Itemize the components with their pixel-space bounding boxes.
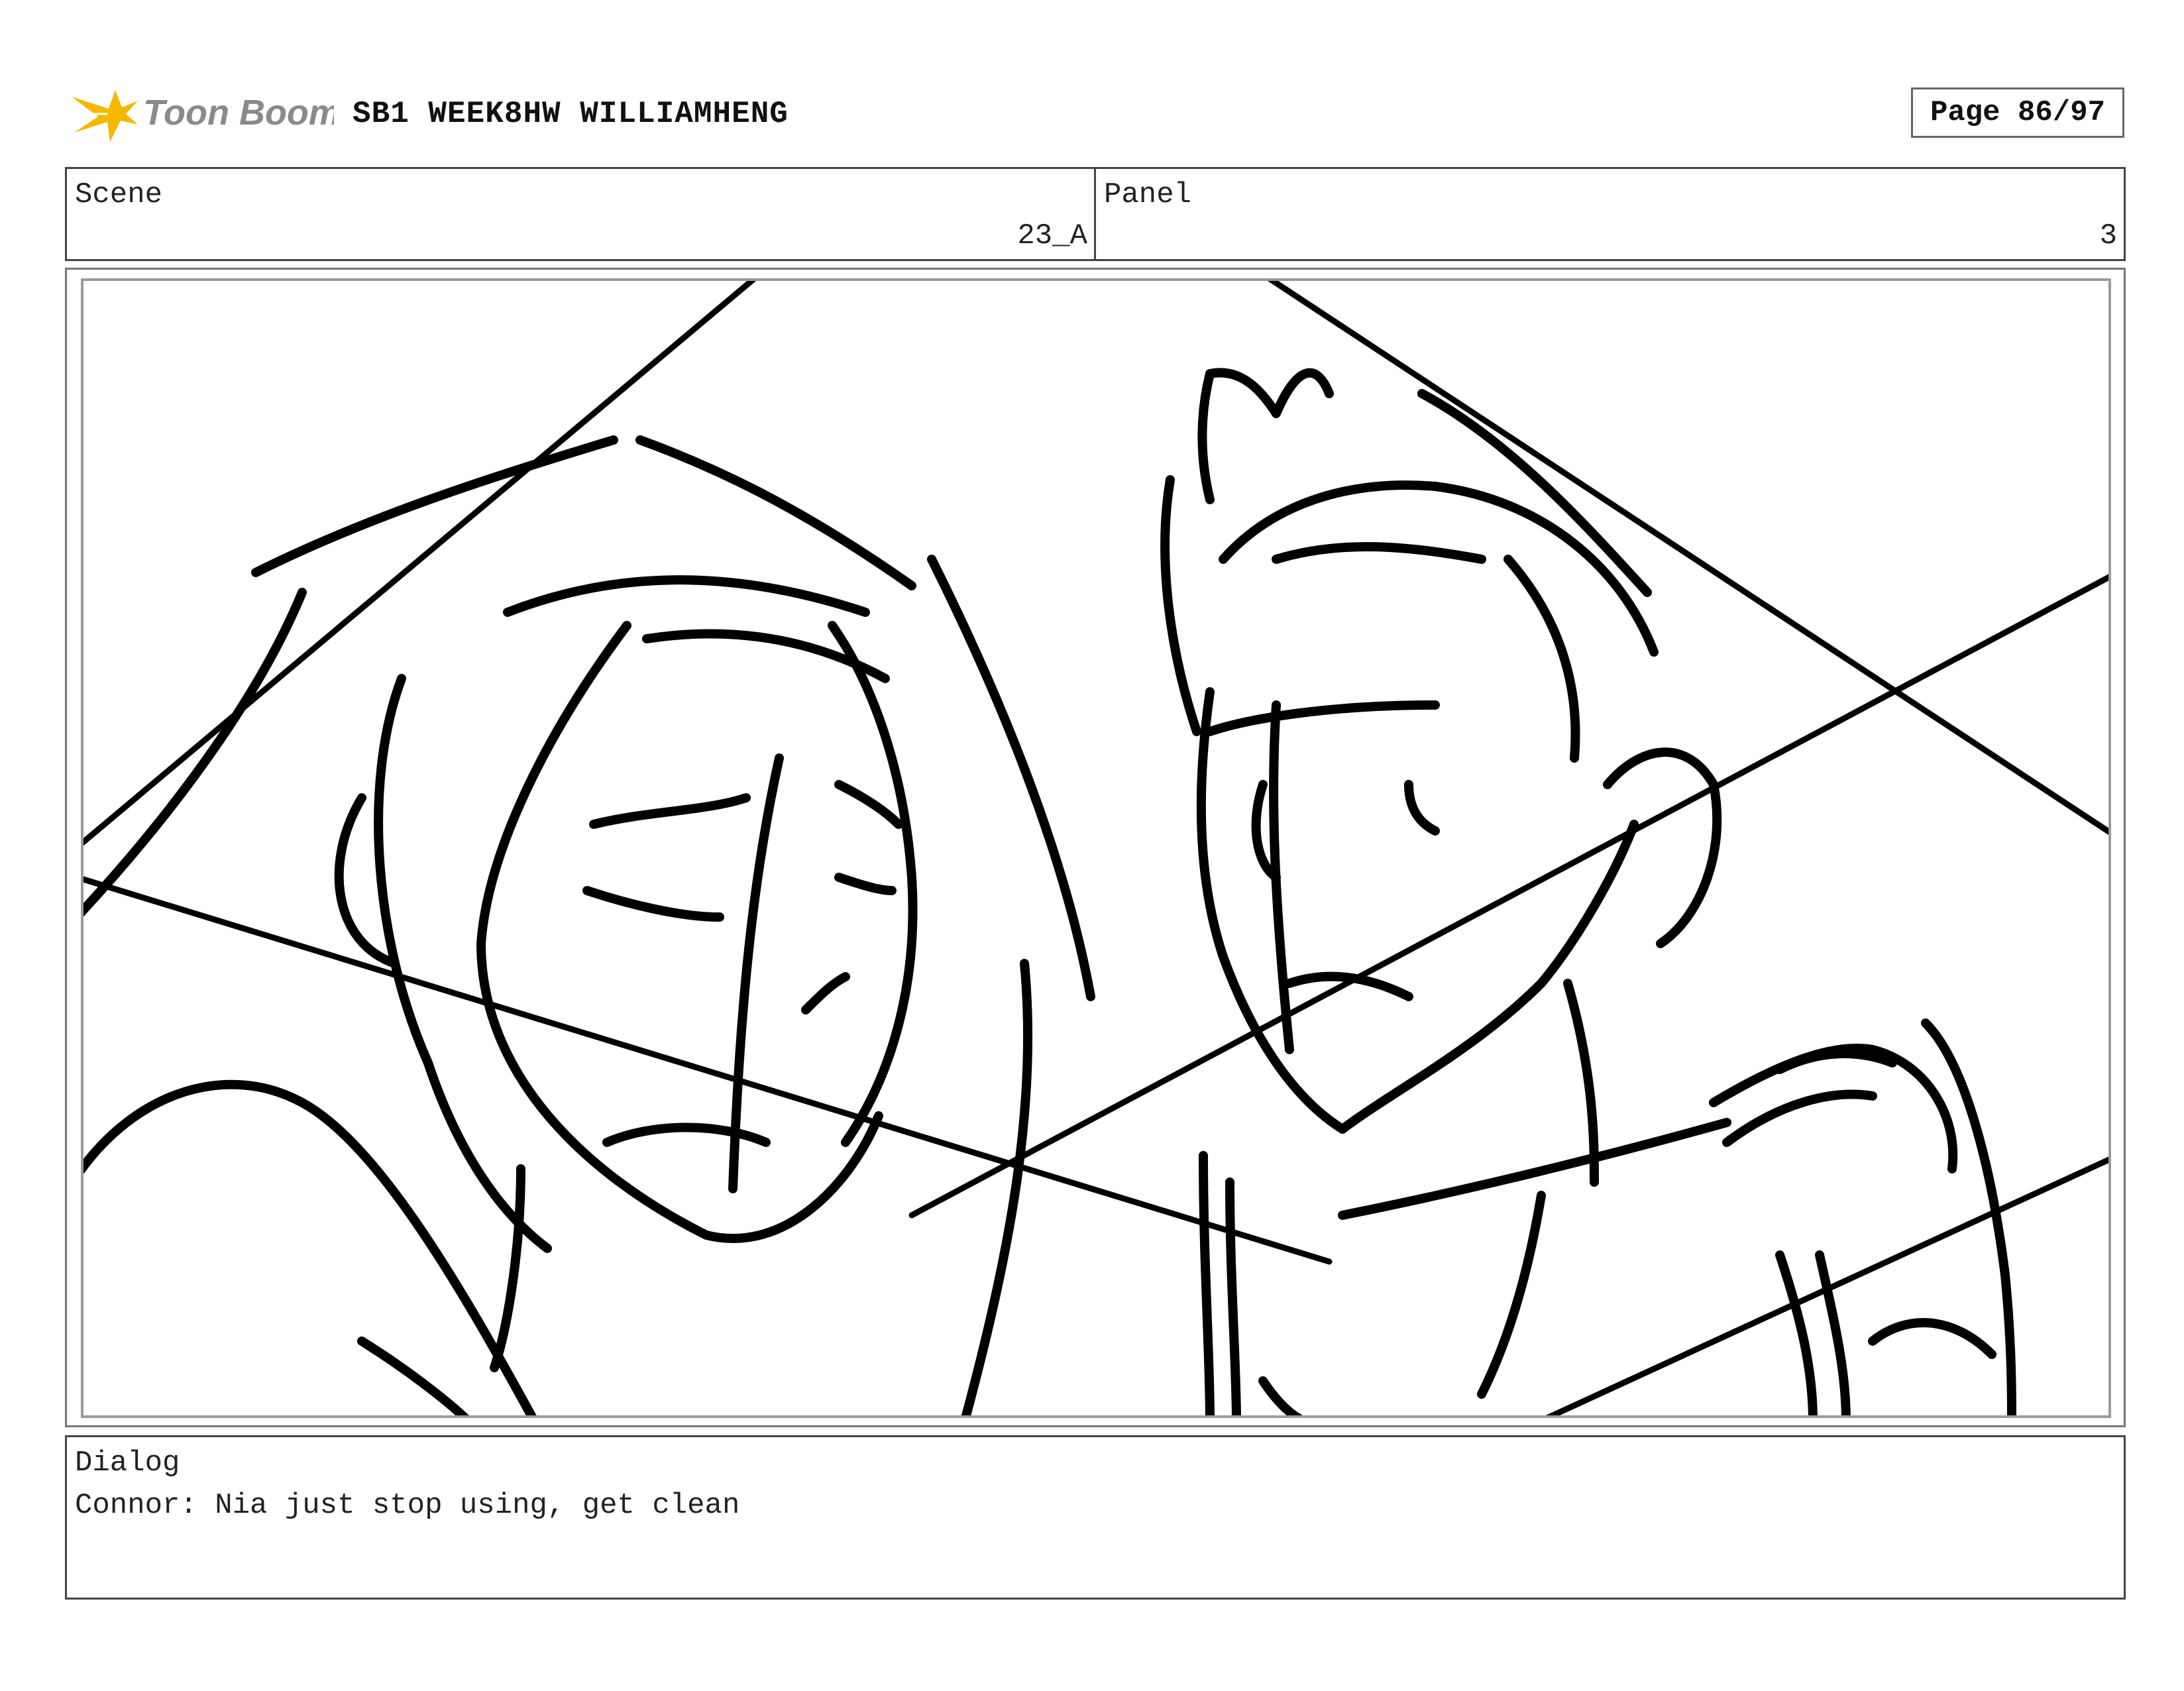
dialog-label: Dialog xyxy=(75,1446,180,1480)
scene-label: Scene xyxy=(75,178,163,211)
panel-value: 3 xyxy=(2099,219,2117,252)
logo-text: Toon Boom xyxy=(143,93,334,133)
toon-boom-logo: Toon Boom xyxy=(69,77,334,150)
page-number: Page 86/97 xyxy=(1911,87,2124,138)
storyboard-sketch xyxy=(81,278,2111,1418)
nia-sketch xyxy=(83,435,1095,1415)
scene-value: 23_A xyxy=(1017,219,1087,252)
panel-box: Panel 3 xyxy=(1094,167,2126,261)
dialog-text: Connor: Nia just stop using, get clean xyxy=(75,1489,740,1522)
dialog-box: Dialog Connor: Nia just stop using, get … xyxy=(65,1435,2126,1600)
scene-box: Scene 23_A xyxy=(65,167,1096,261)
project-title: SB1 WEEK8HW WILLIAMHENG xyxy=(353,97,789,131)
panel-label: Panel xyxy=(1104,178,1192,211)
perspective-lines xyxy=(83,281,2108,1415)
logo-star-icon xyxy=(72,90,138,142)
